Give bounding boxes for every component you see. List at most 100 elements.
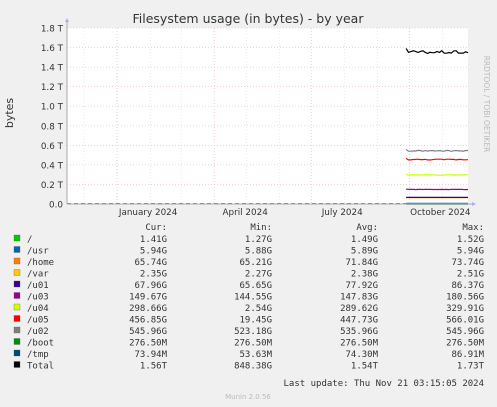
legend-value-cur: 65.74G <box>134 258 167 268</box>
legend-value-min: 144.55G <box>234 293 272 303</box>
y-ticks: 0.0 0.2 T 0.4 T 0.6 T 0.8 T 1.0 T 1.2 T 1.4 T 1.… <box>41 25 64 211</box>
legend-value-avg: 71.84G <box>345 258 378 268</box>
legend-value-cur: 1.41G <box>140 235 167 245</box>
legend-value-cur: 149.67G <box>129 293 167 303</box>
legend-header-min: Min: <box>250 223 272 233</box>
legend-swatch <box>13 280 21 288</box>
legend-value-cur: 73.94M <box>134 350 167 360</box>
legend-swatch <box>13 257 21 265</box>
x-tick-label: July 2024 <box>321 208 363 218</box>
chart-title: Filesystem usage (in bytes) - by year <box>133 11 365 26</box>
y-tick-label: 0.4 T <box>41 161 64 171</box>
legend-value-cur: 456.85G <box>129 316 167 326</box>
legend-series-name: /u01 <box>27 281 49 291</box>
legend-value-avg: 77.92G <box>345 281 378 291</box>
x-tick-label: April 2024 <box>223 208 269 218</box>
legend-value-cur: 67.96G <box>134 281 167 291</box>
y-axis-arrow <box>65 18 69 22</box>
legend-value-avg: 2.38G <box>351 270 378 280</box>
x-tick-label: October 2024 <box>410 208 471 218</box>
plot-area <box>67 28 468 204</box>
legend-value-cur: 5.94G <box>140 247 167 257</box>
legend-swatch <box>13 292 21 299</box>
legend-value-avg: 276.50M <box>340 339 379 349</box>
legend-value-avg: 1.54T <box>351 362 379 372</box>
legend-value-max: 73.74G <box>451 258 484 268</box>
legend-value-avg: 535.96G <box>340 327 378 337</box>
legend-series-name: /boot <box>27 339 54 349</box>
series-line-/u03 <box>406 188 469 191</box>
legend-series-name: / <box>27 235 32 245</box>
legend-value-max: 86.91M <box>451 350 484 360</box>
legend-series-name: /usr <box>27 247 49 257</box>
legend-header-max: Max: <box>462 223 484 233</box>
legend-value-min: 5.88G <box>245 247 272 257</box>
legend-value-avg: 289.62G <box>340 304 378 314</box>
legend-value-min: 523.18G <box>234 327 272 337</box>
legend-value-cur: 298.66G <box>129 304 167 314</box>
legend-series-name: /u05 <box>27 316 49 326</box>
legend-value-max: 2.51G <box>457 270 484 280</box>
legend-value-max: 180.56G <box>446 293 484 303</box>
legend-series-name: Total <box>27 362 54 372</box>
legend-value-max: 545.96G <box>446 327 484 337</box>
legend-value-max: 566.01G <box>446 316 484 326</box>
legend-swatch <box>13 349 21 357</box>
legend-value-max: 276.50M <box>446 339 485 349</box>
chart: Filesystem usage (in bytes) - by year by… <box>3 11 491 401</box>
legend-series-name: /var <box>27 270 49 280</box>
legend-value-cur: 2.35G <box>140 270 167 280</box>
rrdtool-label: RRDTOOL / TOBI OETIKER <box>482 56 491 153</box>
legend-value-min: 848.38G <box>234 362 272 372</box>
legend-swatch <box>13 303 21 311</box>
legend-value-max: 1.52G <box>457 235 484 245</box>
y-tick-label: 1.0 T <box>41 103 64 113</box>
y-tick-label: 1.4 T <box>41 64 64 74</box>
legend-value-min: 276.50M <box>234 339 273 349</box>
legend-series-name: /u04 <box>27 304 49 314</box>
y-tick-label: 0.2 T <box>41 181 64 191</box>
legend-value-max: 1.73T <box>457 362 485 372</box>
legend-value-min: 2.27G <box>245 270 272 280</box>
legend-value-avg: 447.73G <box>340 316 378 326</box>
legend-swatch <box>13 338 21 345</box>
legend-value-avg: 1.49G <box>351 235 378 245</box>
legend-value-min: 65.65G <box>239 281 272 291</box>
last-update: Last update: Thu Nov 21 03:15:05 2024 <box>284 379 484 389</box>
legend-value-max: 86.37G <box>451 281 484 291</box>
x-ticks: January 2024 April 2024 July 2024 October 2… <box>118 208 471 218</box>
legend-swatch <box>13 234 21 242</box>
legend-value-max: 5.94G <box>457 247 484 257</box>
legend-table: Cur: Min: Avg: Max: / 1.41G 1.27G 1.49G 1.52… <box>13 223 485 372</box>
x-axis-arrow <box>472 202 476 206</box>
y-tick-label: 0.6 T <box>41 142 64 152</box>
legend-header-avg: Avg: <box>356 223 378 233</box>
legend-value-avg: 147.83G <box>340 293 378 303</box>
legend-value-max: 329.91G <box>446 304 484 314</box>
y-axis-label: bytes <box>3 98 16 129</box>
legend-value-avg: 5.89G <box>351 247 378 257</box>
legend-value-cur: 545.96G <box>129 327 167 337</box>
legend-series-name: /u03 <box>27 293 49 303</box>
y-tick-label: 0.8 T <box>41 122 64 132</box>
legend-value-min: 19.45G <box>239 316 272 326</box>
legend-swatch <box>13 326 21 334</box>
x-tick-label: January 2024 <box>118 208 178 218</box>
y-tick-label: 1.6 T <box>41 44 64 54</box>
legend-value-cur: 276.50M <box>129 339 168 349</box>
legend-value-cur: 1.56T <box>140 362 168 372</box>
y-tick-label: 1.2 T <box>41 83 64 93</box>
legend-swatch <box>13 246 21 253</box>
legend-value-avg: 74.30M <box>345 350 378 360</box>
legend-series-name: /home <box>27 258 54 268</box>
legend-swatch <box>13 315 21 322</box>
legend-series-name: /tmp <box>27 350 49 360</box>
y-tick-label: 0.0 <box>49 201 63 211</box>
legend-header-cur: Cur: <box>145 223 167 233</box>
legend-value-min: 65.21G <box>239 258 272 268</box>
y-tick-label: 1.8 T <box>41 25 64 35</box>
legend-swatch <box>13 269 21 276</box>
legend-value-min: 1.27G <box>245 235 272 245</box>
legend-swatch <box>13 361 21 368</box>
legend-value-min: 2.54G <box>245 304 272 314</box>
